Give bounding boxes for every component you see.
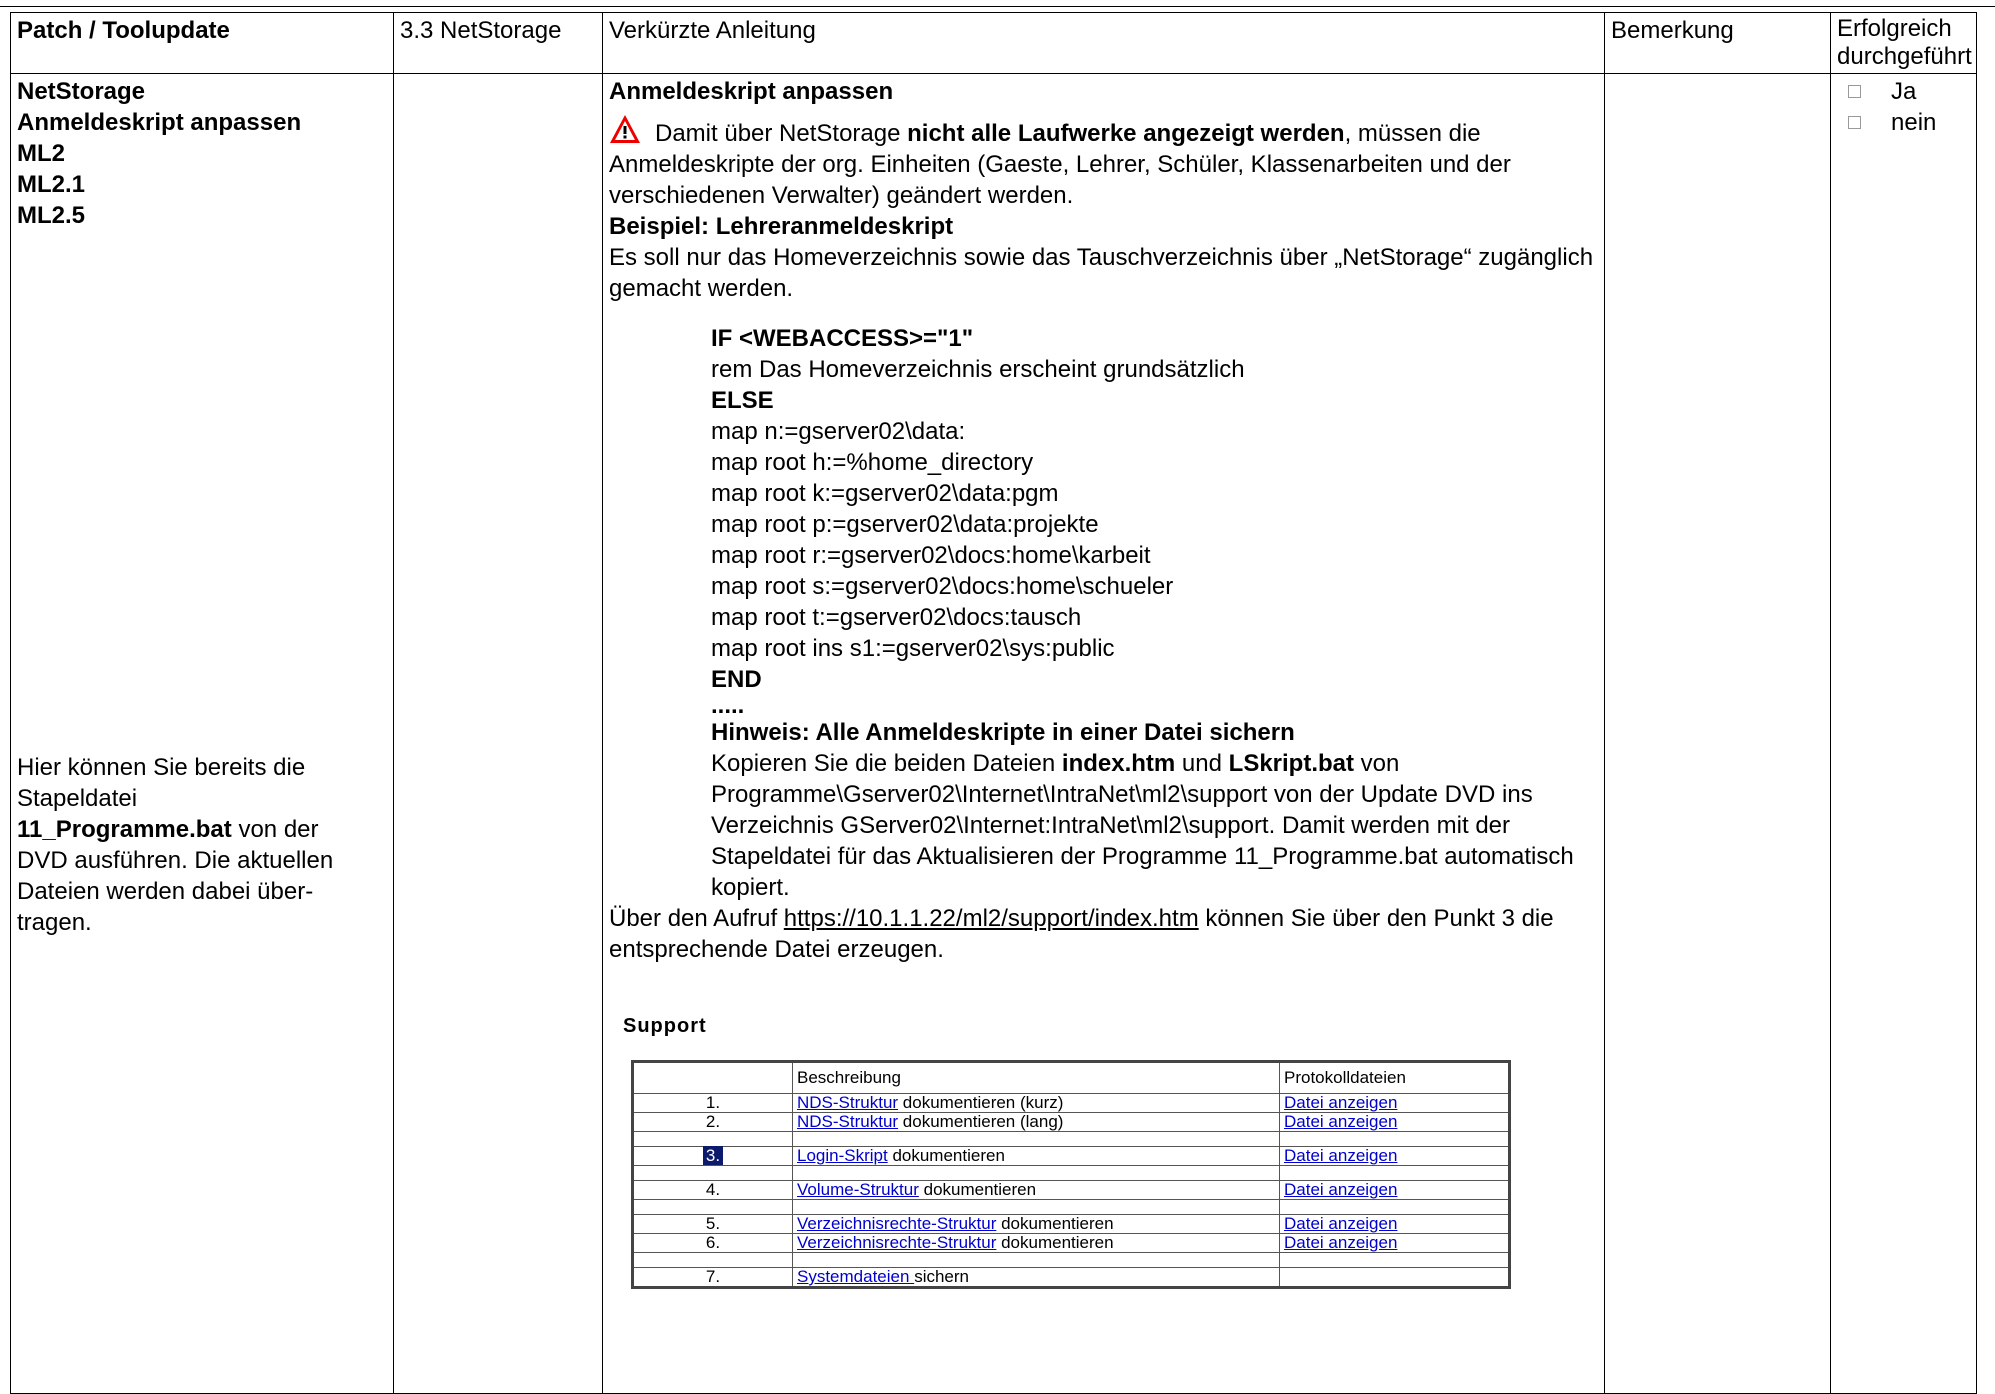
left-title-3: ML2 bbox=[17, 140, 65, 167]
login-skript-link[interactable]: Login-Skript bbox=[797, 1146, 888, 1165]
checkbox-nein-row[interactable]: nein bbox=[1831, 107, 1970, 138]
support-row: 7. Systemdateien sichern bbox=[632, 1267, 1510, 1288]
header-erfolgreich: Erfolgreich durchgeführt bbox=[1830, 12, 1977, 74]
section-title: Anmeldeskript anpassen bbox=[609, 78, 894, 105]
support-row: 4. Volume-Struktur dokumentieren Datei a… bbox=[632, 1180, 1510, 1200]
datei-anzeigen-link[interactable]: Datei anzeigen bbox=[1284, 1146, 1397, 1165]
checkbox-nein-label: nein bbox=[1891, 109, 1937, 136]
warning-icon bbox=[610, 115, 640, 143]
patch-table: Patch / Toolupdate 3.3 NetStorage Verkür… bbox=[10, 12, 1977, 1394]
example-title: Beispiel: Lehreranmeldeskript bbox=[609, 213, 954, 240]
support-row: 3. Login-Skript dokumentieren Datei anze… bbox=[632, 1146, 1510, 1166]
selected-number: 3. bbox=[702, 1146, 724, 1165]
support-title: Support bbox=[623, 1015, 707, 1037]
datei-anzeigen-link[interactable]: Datei anzeigen bbox=[1284, 1233, 1397, 1252]
left-title-2: Anmeldeskript anpassen bbox=[17, 109, 302, 136]
support-col-desc: Beschreibung bbox=[792, 1061, 1280, 1094]
support-url-link[interactable]: https://10.1.1.22/ml2/support/index.htm bbox=[784, 905, 1199, 932]
login-script-code: IF <WEBACCESS>="1" rem Das Homeverzeichn… bbox=[609, 323, 1598, 903]
support-table: Beschreibung Protokolldateien 1. NDS-Str… bbox=[631, 1060, 1511, 1289]
checkbox-ja-label: Ja bbox=[1891, 78, 1917, 105]
datei-anzeigen-link[interactable]: Datei anzeigen bbox=[1284, 1214, 1397, 1233]
instructions-cell: Anmeldeskript anpassen Damit über NetSto… bbox=[602, 73, 1605, 1394]
url-paragraph: Über den Aufruf https://10.1.1.22/ml2/su… bbox=[609, 905, 1554, 963]
checkbox-ja-row[interactable]: Ja bbox=[1831, 76, 1970, 107]
left-title-5: ML2.5 bbox=[17, 202, 86, 229]
systemdateien-link[interactable]: Systemdateien bbox=[797, 1267, 914, 1286]
code-line: map root p:=gserver02\data:projekte bbox=[711, 511, 1099, 538]
datei-anzeigen-link[interactable]: Datei anzeigen bbox=[1284, 1112, 1397, 1131]
code-line: IF <WEBACCESS>="1" bbox=[711, 325, 974, 352]
version-cell bbox=[393, 73, 603, 1394]
support-col-prot: Protokolldateien bbox=[1279, 1061, 1510, 1094]
code-line: ..... bbox=[711, 692, 745, 719]
remark-cell bbox=[1604, 73, 1831, 1394]
code-line: rem Das Homeverzeichnis erscheint grunds… bbox=[711, 356, 1245, 383]
support-header-row: Beschreibung Protokolldateien bbox=[632, 1061, 1510, 1094]
example-text: Es soll nur das Homeverzeichnis sowie da… bbox=[609, 244, 1594, 302]
code-line: map root k:=gserver02\data:pgm bbox=[711, 480, 1059, 507]
hint-text: Kopieren Sie die beiden Dateien index.ht… bbox=[711, 750, 1574, 901]
header-anleitung: Verkürzte Anleitung bbox=[602, 12, 1605, 74]
code-line: map root t:=gserver02\docs:tausch bbox=[711, 604, 1082, 631]
hint-title: Hinweis: Alle Anmeldeskripte in einer Da… bbox=[711, 719, 1295, 746]
support-row: 6. Verzeichnisrechte-Struktur dokumentie… bbox=[632, 1233, 1510, 1253]
datei-anzeigen-link[interactable]: Datei anzeigen bbox=[1284, 1180, 1397, 1199]
code-line: map root h:=%home_directory bbox=[711, 449, 1034, 476]
code-line: map root ins s1:=gserver02\sys:public bbox=[711, 635, 1115, 662]
left-cell: NetStorage Anmeldeskript anpassen ML2 ML… bbox=[10, 73, 394, 1394]
checkbox-ja[interactable] bbox=[1848, 85, 1861, 98]
left-title-1: NetStorage bbox=[17, 78, 146, 105]
volume-struktur-link[interactable]: Volume-Struktur bbox=[797, 1180, 919, 1199]
verzeichnisrechte-link[interactable]: Verzeichnisrechte-Struktur bbox=[797, 1214, 996, 1233]
left-title-4: ML2.1 bbox=[17, 171, 86, 198]
nds-struktur-link[interactable]: NDS-Struktur bbox=[797, 1112, 898, 1131]
header-bemerkung: Bemerkung bbox=[1604, 12, 1831, 74]
left-note: Hier können Sie bereits die Stapeldatei … bbox=[17, 754, 334, 936]
nds-struktur-link[interactable]: NDS-Struktur bbox=[797, 1093, 898, 1112]
code-line: map root s:=gserver02\docs:home\schueler bbox=[711, 573, 1174, 600]
datei-anzeigen-link[interactable]: Datei anzeigen bbox=[1284, 1093, 1397, 1112]
content-row: NetStorage Anmeldeskript anpassen ML2 ML… bbox=[10, 73, 1977, 1394]
support-row: 5. Verzeichnisrechte-Struktur dokumentie… bbox=[632, 1214, 1510, 1234]
code-line: END bbox=[711, 666, 762, 693]
success-cell: Ja nein bbox=[1830, 73, 1977, 1394]
header-netstorage: 3.3 NetStorage bbox=[393, 12, 603, 74]
support-row: 1. NDS-Struktur dokumentieren (kurz) Dat… bbox=[632, 1093, 1510, 1113]
checkbox-nein[interactable] bbox=[1848, 116, 1861, 129]
code-line: ELSE bbox=[711, 387, 774, 414]
support-row: 2. NDS-Struktur dokumentieren (lang) Dat… bbox=[632, 1112, 1510, 1132]
header-patch: Patch / Toolupdate bbox=[10, 12, 394, 74]
top-rule bbox=[0, 6, 1995, 7]
code-line: map root r:=gserver02\docs:home\karbeit bbox=[711, 542, 1151, 569]
verzeichnisrechte-link[interactable]: Verzeichnisrechte-Struktur bbox=[797, 1233, 996, 1252]
paragraph-warning: Damit über NetStorage nicht alle Laufwer… bbox=[609, 114, 1598, 211]
header-row: Patch / Toolupdate 3.3 NetStorage Verkür… bbox=[10, 12, 1977, 74]
code-line: map n:=gserver02\data: bbox=[711, 418, 966, 445]
